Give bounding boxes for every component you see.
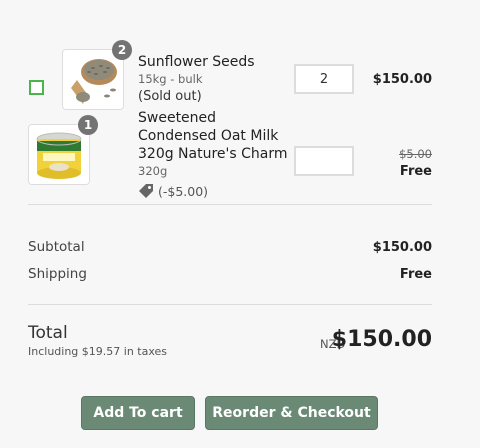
quantity-badge: 2 [112,40,132,60]
quantity-badge: 1 [78,115,98,135]
product-image-sunflower-seeds [62,49,124,110]
original-price: $5.00 [399,147,432,161]
product-variant: 320g [138,164,168,178]
oat-milk-can-image [29,125,89,184]
divider [28,304,432,305]
shipping-value: Free [399,267,432,282]
tag-icon [139,184,153,198]
sunflower-seeds-image [63,50,123,109]
select-item-checkbox[interactable] [29,80,44,95]
add-to-cart-button[interactable]: Add To cart [81,396,195,430]
shipping-label: Shipping [28,266,87,282]
product-image-oat-milk [28,124,90,185]
subtotal-value: $150.00 [372,240,432,255]
product-name: Sunflower Seeds [138,54,255,70]
product-name-line-1: Sweetened [138,110,217,126]
subtotal-label: Subtotal [28,239,85,255]
product-name-line-2: Condensed Oat Milk [138,128,279,144]
discount-amount: (-$5.00) [158,183,209,199]
tax-note: Including $19.57 in taxes [28,345,168,358]
quantity-input[interactable] [294,64,354,94]
product-name-line-3: 320g Nature's Charm [138,146,288,162]
total-label: Total [28,323,68,343]
line-price: $150.00 [372,72,432,87]
discount-row: (-$5.00) [138,183,208,199]
reorder-checkout-button[interactable]: Reorder & Checkout [205,396,378,430]
product-variant: 15kg - bulk [138,72,203,86]
line-price: Free [399,164,432,179]
quantity-input[interactable] [294,146,354,176]
sold-out-status: (Sold out) [138,89,202,104]
divider [28,204,432,205]
total-value: $150.00 [331,327,432,352]
